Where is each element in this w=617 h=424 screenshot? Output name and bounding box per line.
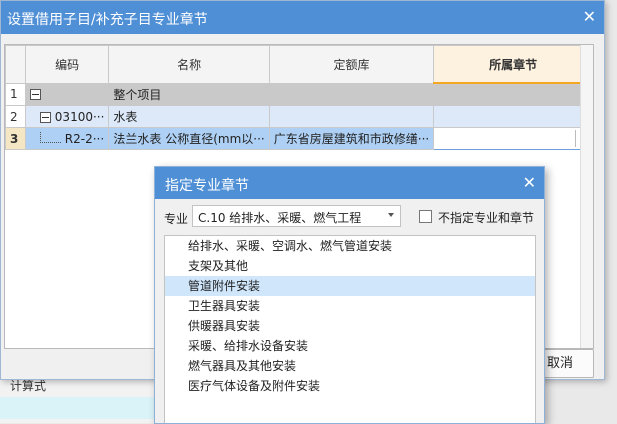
list-item[interactable]: 支架及其他 [165, 256, 535, 276]
header-rownum [5, 45, 26, 84]
library-cell[interactable] [268, 105, 435, 128]
list-item[interactable]: 医疗气体设备及附件安装 [165, 376, 535, 396]
list-item[interactable]: 供暖器具安装 [165, 316, 535, 336]
chapter-cell[interactable] [433, 82, 593, 106]
list-item[interactable]: 给排水、采暖、空调水、燃气管道安装 [165, 236, 535, 256]
list-item-selected[interactable]: 管道附件安装 [165, 276, 535, 296]
row-number: 2 [5, 105, 26, 128]
header-name[interactable]: 名称 [108, 45, 270, 84]
grid-scrollbar[interactable] [580, 45, 593, 348]
name-cell[interactable]: 法兰水表 公称直径(mm以··· [108, 127, 270, 150]
code-cell[interactable]: R2-2··· [24, 127, 110, 150]
code-cell[interactable] [24, 82, 110, 106]
specialty-label: 专业 [164, 212, 189, 226]
code-text: 03100··· [54, 109, 105, 124]
specify-chapter-dialog: 指定专业章节 ✕ 专业 C.10 给排水、采暖、燃气工程 不指定专业和章节 给排… [154, 166, 545, 424]
library-cell[interactable] [268, 82, 435, 106]
list-item[interactable]: 卫生器具安装 [165, 296, 535, 316]
table-row[interactable]: 3 R2-2··· 法兰水表 公称直径(mm以··· 广东省房屋建筑和市政修缮·… [5, 127, 593, 150]
list-item[interactable]: 采暖、给排水设备安装 [165, 336, 535, 356]
code-cell[interactable]: 03100··· [24, 105, 110, 128]
header-library[interactable]: 定额库 [268, 45, 435, 84]
chapter-cell-editing[interactable] [433, 127, 593, 150]
chapter-dialog-body: 专业 C.10 给排水、采暖、燃气工程 不指定专业和章节 给排水、采暖、空调水、… [155, 199, 544, 423]
collapse-icon[interactable] [29, 89, 41, 101]
list-item[interactable]: 燃气器具及其他安装 [165, 356, 535, 376]
close-icon[interactable]: ✕ [523, 175, 536, 191]
header-chapter[interactable]: 所属章节 [433, 45, 593, 84]
code-text: R2-2··· [64, 131, 105, 146]
row-number: 3 [5, 127, 26, 150]
table-row[interactable]: 2 03100··· 水表 [5, 105, 593, 128]
specialty-value: C.10 给排水、采暖、燃气工程 [198, 211, 362, 225]
name-cell[interactable]: 整个项目 [108, 82, 270, 106]
chevron-down-icon[interactable] [388, 213, 394, 217]
table-row[interactable]: 1 整个项目 [5, 82, 593, 106]
tree-connector [39, 131, 61, 143]
chapter-cell[interactable] [433, 105, 593, 128]
grid-header-row: 编码 名称 定额库 所属章节 [5, 45, 593, 84]
dialog-title: 设置借用子目/补充子目专业章节 [7, 12, 208, 28]
unspecified-checkbox[interactable] [419, 210, 432, 223]
collapse-icon[interactable] [39, 111, 51, 123]
chapter-list[interactable]: 给排水、采暖、空调水、燃气管道安装 支架及其他 管道附件安装 卫生器具安装 供暖… [164, 235, 536, 423]
library-cell[interactable]: 广东省房屋建筑和市政修缮··· [268, 127, 435, 150]
background-row [0, 397, 160, 419]
grid-table: 编码 名称 定额库 所属章节 1 整个项目 2 03100··· 水表 3 R2… [5, 45, 593, 150]
chapter-dialog-title: 指定专业章节 [165, 178, 249, 194]
header-code[interactable]: 编码 [24, 45, 110, 84]
specialty-select[interactable]: C.10 给排水、采暖、燃气工程 [192, 205, 401, 227]
close-icon[interactable]: ✕ [583, 9, 596, 25]
unspecified-checkbox-label[interactable]: 不指定专业和章节 [438, 209, 534, 226]
chapter-dialog-title-bar[interactable]: 指定专业章节 ✕ [155, 167, 544, 199]
row-number: 1 [5, 82, 26, 106]
dialog-title-bar[interactable]: 设置借用子目/补充子目专业章节 ✕ [1, 1, 604, 34]
name-cell[interactable]: 水表 [108, 105, 270, 128]
